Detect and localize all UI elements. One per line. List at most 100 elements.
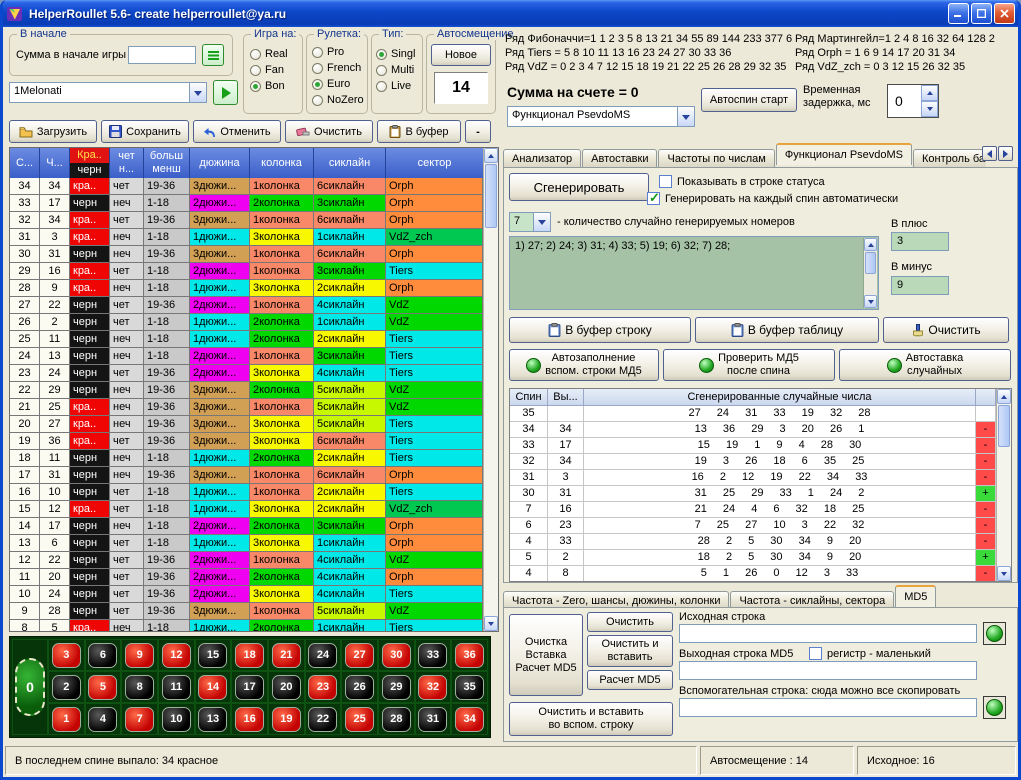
buffer-button[interactable]: В буфер (377, 120, 461, 143)
board-number-36[interactable]: 36 (455, 643, 484, 668)
board-number-4[interactable]: 4 (88, 707, 117, 732)
table-row[interactable]: 2125кра..неч19-363дюжи...1колонка5сиклай… (10, 399, 483, 416)
board-number-35[interactable]: 35 (455, 675, 484, 700)
scroll-up-icon[interactable] (484, 148, 498, 163)
board-number-13[interactable]: 13 (198, 707, 227, 732)
play-button[interactable] (213, 80, 238, 105)
combo-arrow-button[interactable] (189, 83, 206, 102)
gen-table-row[interactable]: 303131 25 29 33 1 24 2+ (510, 486, 996, 502)
scroll-down-icon[interactable] (997, 566, 1011, 581)
table-row[interactable]: 1417черннеч1-182дюжи...2колонка3сиклайнO… (10, 518, 483, 535)
generated-output[interactable]: 1) 27; 2) 24; 3) 31; 4) 33; 5) 19; 6) 32… (509, 236, 879, 310)
output-md5-input[interactable] (679, 661, 977, 680)
tab-freq-1[interactable]: Частота - сиклайны, сектора (730, 591, 894, 608)
radio-euro[interactable]: Euro (312, 76, 364, 92)
output-scrollbar[interactable] (863, 238, 877, 308)
table-row[interactable]: 313кра..неч1-181дюжи...3колонка1сиклайнV… (10, 229, 483, 246)
autobet-random-button[interactable]: Автоставка случайных (839, 349, 1011, 381)
radio-french[interactable]: French (312, 60, 364, 76)
scroll-down-icon[interactable] (864, 295, 877, 308)
gen-table-row[interactable]: 6237 25 27 10 3 22 32- (510, 518, 996, 534)
table-row[interactable]: 1512кра..чет1-181дюжи...3колонка2сиклайн… (10, 501, 483, 518)
show-status-checkbox[interactable]: Показывать в строке статуса (659, 175, 825, 188)
board-number-2[interactable]: 2 (52, 675, 81, 700)
tab-main-3[interactable]: Функционал PsevdoMS (776, 143, 912, 165)
tab-main-2[interactable]: Частоты по числам (658, 149, 774, 168)
table-row[interactable]: 2324чернчет19-362дюжи...3колонка4сиклайн… (10, 365, 483, 382)
board-number-12[interactable]: 12 (162, 643, 191, 668)
start-sum-input[interactable] (128, 46, 196, 64)
copy-aux-button[interactable] (983, 696, 1006, 719)
list-button[interactable] (202, 44, 224, 66)
board-number-31[interactable]: 31 (418, 707, 447, 732)
board-number-27[interactable]: 27 (345, 643, 374, 668)
board-number-15[interactable]: 15 (198, 643, 227, 668)
scroll-thumb[interactable] (485, 164, 497, 228)
board-number-9[interactable]: 9 (125, 643, 154, 668)
md5-clear-paste-aux-button[interactable]: Очистить и вставить во вспом. строку (509, 702, 673, 736)
copy-table-button[interactable]: В буфер таблицу (695, 317, 879, 343)
tab-freq-0[interactable]: Частота - Zero, шансы, дюжины, колонки (503, 591, 729, 608)
scroll-up-icon[interactable] (997, 389, 1011, 404)
maximize-button[interactable] (971, 3, 992, 24)
table-row[interactable]: 1610чернчет1-181дюжи...1колонка2сиклайнT… (10, 484, 483, 501)
table-row[interactable]: 2229черннеч19-363дюжи...2колонка5сиклайн… (10, 382, 483, 399)
auto-generate-checkbox[interactable]: Генерировать на каждый спин автоматическ… (647, 192, 898, 205)
board-number-29[interactable]: 29 (382, 675, 411, 700)
combo-arrow-button[interactable] (533, 213, 550, 231)
board-number-33[interactable]: 33 (418, 643, 447, 668)
board-number-20[interactable]: 20 (272, 675, 301, 700)
board-number-32[interactable]: 32 (418, 675, 447, 700)
table-row[interactable]: 3234кра..чет19-363дюжи...1колонка6сиклай… (10, 212, 483, 229)
radio-bon[interactable]: Bon (250, 78, 288, 94)
table-row[interactable]: 1120чернчет19-362дюжи...2колонка4сиклайн… (10, 569, 483, 586)
spins-table-scrollbar[interactable] (483, 148, 498, 631)
aux-string-input[interactable] (679, 698, 977, 717)
gen-table-row[interactable]: 5218 2 5 30 34 9 20+ (510, 550, 996, 566)
spin-up-button[interactable] (921, 85, 938, 101)
save-button[interactable]: Сохранить (101, 120, 189, 143)
count-combobox[interactable]: 7 (509, 212, 551, 232)
board-number-26[interactable]: 26 (345, 675, 374, 700)
md5-big-button[interactable]: Очистка Вставка Расчет MD5 (509, 614, 583, 696)
gen-table-row[interactable]: 485 1 26 0 12 3 33- (510, 566, 996, 581)
scroll-thumb[interactable] (998, 405, 1010, 447)
table-row[interactable]: 2722чернчет19-362дюжи...1колонка4сиклайн… (10, 297, 483, 314)
board-number-28[interactable]: 28 (382, 707, 411, 732)
gen-table-row[interactable]: 43328 2 5 30 34 9 20- (510, 534, 996, 550)
md5-calc-button[interactable]: Расчет MD5 (587, 670, 673, 690)
radio-live[interactable]: Live (376, 78, 415, 94)
function-combobox[interactable]: Функционал PsevdoMS (507, 106, 695, 127)
gen-table-row[interactable]: 71621 24 4 6 32 18 25- (510, 502, 996, 518)
check-md5-button[interactable]: Проверить МД5 после спина (663, 349, 835, 381)
gen-table-row[interactable]: 31316 2 12 19 22 34 33- (510, 470, 996, 486)
table-row[interactable]: 2027кра..неч19-363дюжи...3колонка5сиклай… (10, 416, 483, 433)
lowercase-checkbox[interactable]: регистр - маленький (809, 647, 931, 660)
board-number-7[interactable]: 7 (125, 707, 154, 732)
table-row[interactable]: 1731черннеч19-363дюжи...1колонка6сиклайн… (10, 467, 483, 484)
board-number-14[interactable]: 14 (198, 675, 227, 700)
radio-singl[interactable]: Singl (376, 46, 415, 62)
minus-button[interactable]: - (465, 120, 491, 143)
source-string-input[interactable] (679, 624, 977, 643)
table-row[interactable]: 3434кра..чет19-363дюжи...1колонка6сиклай… (10, 178, 483, 195)
board-number-18[interactable]: 18 (235, 643, 264, 668)
radio-real[interactable]: Real (250, 46, 288, 62)
generated-table-scrollbar[interactable] (996, 389, 1011, 581)
table-row[interactable]: 289кра..неч1-181дюжи...3колонка2сиклайнO… (10, 280, 483, 297)
scroll-down-icon[interactable] (484, 616, 498, 631)
scroll-thumb[interactable] (865, 252, 876, 274)
board-number-8[interactable]: 8 (125, 675, 154, 700)
tab-main-0[interactable]: Анализатор (503, 149, 581, 168)
board-number-34[interactable]: 34 (455, 707, 484, 732)
radio-fan[interactable]: Fan (250, 62, 288, 78)
tab-main-1[interactable]: Автоставки (582, 149, 657, 168)
generate-button[interactable]: Сгенерировать (509, 173, 649, 201)
table-row[interactable]: 928чернчет19-363дюжи...1колонка5сиклайнV… (10, 603, 483, 620)
table-row[interactable]: 2413черннеч1-182дюжи...1колонка3сиклайнT… (10, 348, 483, 365)
md5-clear-button[interactable]: Очистить (587, 612, 673, 632)
board-number-19[interactable]: 19 (272, 707, 301, 732)
table-row[interactable]: 1024чернчет19-362дюжи...3колонка4сиклайн… (10, 586, 483, 603)
load-button[interactable]: Загрузить (9, 120, 97, 143)
board-number-3[interactable]: 3 (52, 643, 81, 668)
